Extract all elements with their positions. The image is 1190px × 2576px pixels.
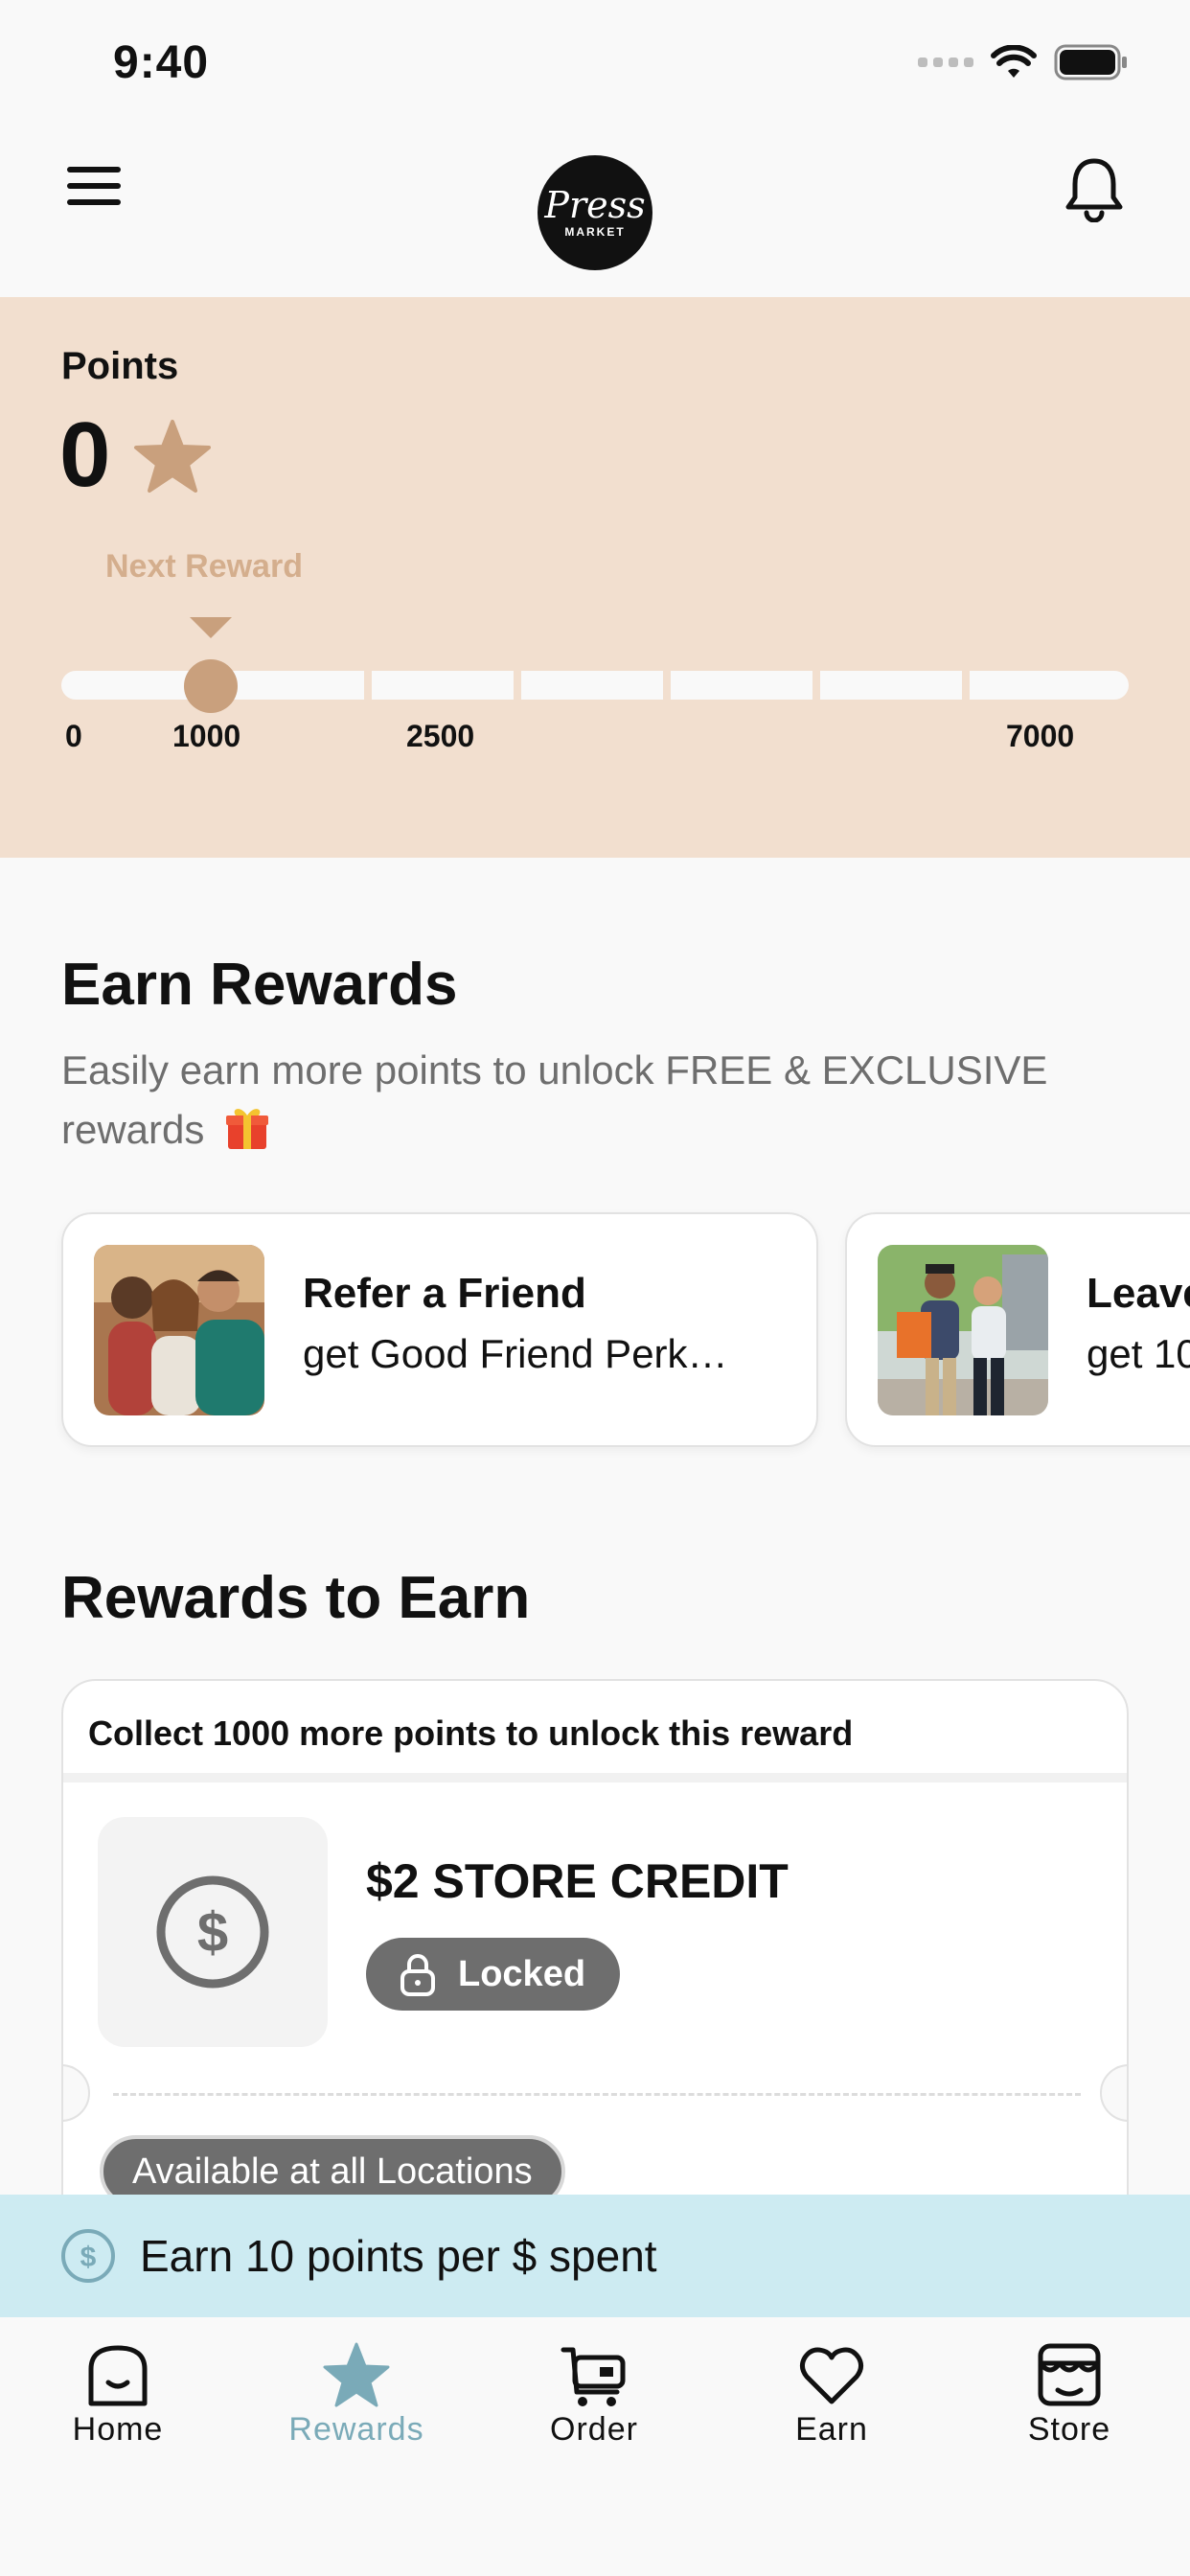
tick-label: 7000 bbox=[1006, 719, 1075, 753]
battery-icon bbox=[1054, 44, 1127, 80]
star-icon bbox=[134, 420, 211, 493]
dollar-coin-icon: $ bbox=[61, 2229, 115, 2283]
status-bar: 9:40 bbox=[0, 0, 1190, 125]
tick-label: 1000 bbox=[172, 719, 241, 753]
shoppers-photo bbox=[878, 1245, 1048, 1415]
svg-text:$: $ bbox=[197, 1901, 228, 1964]
store-icon bbox=[1038, 2343, 1101, 2406]
svg-text:$: $ bbox=[80, 2242, 97, 2273]
top-nav: Press MARKET bbox=[0, 125, 1190, 297]
gift-icon bbox=[226, 1109, 269, 1149]
tab-order[interactable]: Order bbox=[498, 2340, 690, 2449]
card-title: Refer a Friend bbox=[303, 1270, 586, 1317]
next-reward-label: Next Reward bbox=[105, 548, 303, 585]
tab-bar: Home Rewards Order Earn Store bbox=[0, 2317, 1190, 2576]
tab-label: Rewards bbox=[288, 2411, 424, 2448]
tick-label: 2500 bbox=[406, 719, 475, 753]
status-icons bbox=[918, 44, 1129, 80]
star-icon bbox=[323, 2342, 390, 2407]
wifi-icon bbox=[991, 45, 1037, 78]
logo-text: Press bbox=[544, 184, 646, 226]
tab-label: Home bbox=[72, 2411, 164, 2448]
locked-badge: Locked bbox=[366, 1938, 621, 2011]
locked-label: Locked bbox=[458, 1953, 586, 1994]
earn-points-text: Earn 10 points per $ spent bbox=[140, 2231, 657, 2281]
ticket-notch bbox=[1100, 2064, 1127, 2122]
status-time: 9:40 bbox=[113, 37, 210, 88]
tick-label: 0 bbox=[65, 719, 82, 753]
signal-icon bbox=[918, 58, 973, 67]
ticket-notch bbox=[63, 2064, 90, 2122]
lock-icon bbox=[400, 1954, 435, 1996]
earn-points-banner: $ Earn 10 points per $ spent bbox=[0, 2195, 1190, 2317]
tab-label: Store bbox=[1027, 2411, 1111, 2448]
reward-header: Collect 1000 more points to unlock this … bbox=[63, 1681, 1127, 1782]
reward-card[interactable]: Collect 1000 more points to unlock this … bbox=[61, 1679, 1129, 2254]
reward-title: $2 STORE CREDIT bbox=[366, 1854, 789, 1908]
tab-home[interactable]: Home bbox=[22, 2340, 214, 2449]
next-reward-pointer bbox=[190, 617, 232, 638]
refer-friend-card[interactable]: Refer a Friend get Good Friend Perk… bbox=[61, 1212, 818, 1447]
cart-icon bbox=[561, 2347, 626, 2406]
heart-icon bbox=[799, 2347, 864, 2404]
points-panel: Points 0 Next Reward 0 1000 2500 7000 bbox=[0, 297, 1190, 858]
reward-requirement-text: Collect 1000 more points to unlock this … bbox=[88, 1714, 854, 1753]
points-label: Points bbox=[61, 345, 179, 387]
dashed-divider bbox=[113, 2093, 1081, 2096]
card-title: Leave bbox=[1087, 1270, 1190, 1317]
reward-icon-box: $ bbox=[98, 1817, 328, 2047]
earn-rewards-title: Earn Rewards bbox=[61, 952, 458, 1018]
points-value: 0 bbox=[59, 403, 111, 506]
leave-review-card[interactable]: Leave get 10 bbox=[845, 1212, 1190, 1447]
card-description: get Good Friend Perk… bbox=[303, 1331, 728, 1376]
friends-photo bbox=[94, 1245, 264, 1415]
tab-store[interactable]: Store bbox=[973, 2340, 1165, 2449]
hamburger-menu-icon[interactable] bbox=[67, 167, 121, 211]
notification-bell-icon[interactable] bbox=[1064, 155, 1125, 222]
card-description: get 10 bbox=[1087, 1331, 1190, 1376]
tab-label: Earn bbox=[795, 2411, 868, 2448]
home-icon bbox=[88, 2345, 148, 2406]
tab-label: Order bbox=[550, 2411, 638, 2448]
logo-subtext: MARKET bbox=[564, 225, 626, 239]
progress-knob bbox=[184, 659, 238, 713]
tab-rewards[interactable]: Rewards bbox=[261, 2340, 452, 2449]
rewards-to-earn-title: Rewards to Earn bbox=[61, 1565, 531, 1631]
earn-rewards-subtitle: Easily earn more points to unlock FREE &… bbox=[61, 1047, 1048, 1152]
tab-earn[interactable]: Earn bbox=[736, 2340, 927, 2449]
dollar-coin-icon: $ bbox=[156, 1875, 269, 1989]
brand-logo[interactable]: Press MARKET bbox=[538, 155, 652, 270]
